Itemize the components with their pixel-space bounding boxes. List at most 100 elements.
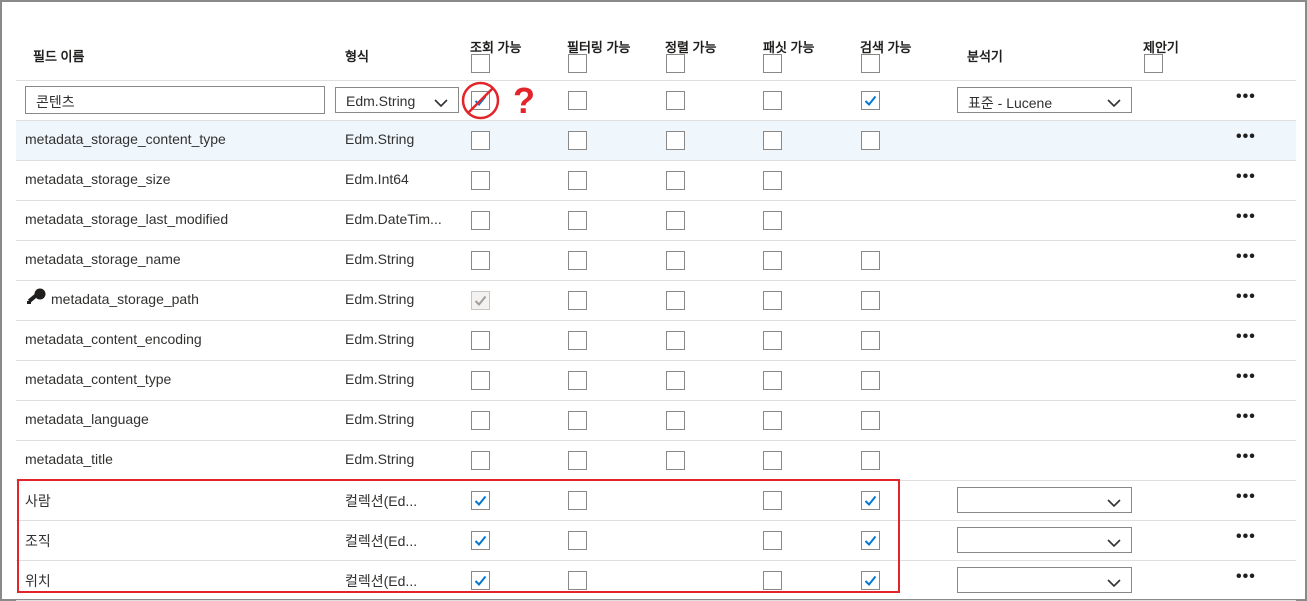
- searchable-checkbox[interactable]: [861, 371, 880, 390]
- table-header: 필드 이름 형식 조회 가능 필터링 가능 정렬 가능 패싯 가능 검색 가능 …: [0, 0, 1307, 80]
- sortable-checkbox[interactable]: [666, 251, 685, 270]
- facetable-checkbox[interactable]: [763, 451, 782, 470]
- field-type: Edm.String: [345, 451, 415, 467]
- table-row[interactable]: [16, 441, 1296, 480]
- more-options-button[interactable]: •••: [1236, 328, 1256, 346]
- searchable-checkbox[interactable]: [861, 131, 880, 150]
- searchable-checkbox[interactable]: [861, 291, 880, 310]
- retrievable-checkbox[interactable]: [471, 331, 490, 350]
- filterable-checkbox[interactable]: [568, 131, 587, 150]
- filterable-checkbox[interactable]: [568, 411, 587, 430]
- sortable-checkbox[interactable]: [666, 451, 685, 470]
- facetable-checkbox[interactable]: [763, 131, 782, 150]
- sortable-checkbox[interactable]: [666, 171, 685, 190]
- field-name-value: 콘텐츠: [36, 94, 75, 110]
- sortable-checkbox[interactable]: [666, 91, 685, 110]
- field-name: metadata_storage_last_modified: [25, 211, 229, 227]
- searchable-all-checkbox[interactable]: [861, 54, 880, 73]
- retrievable-checkbox[interactable]: [471, 411, 490, 430]
- facetable-checkbox[interactable]: [763, 291, 782, 310]
- field-name-input[interactable]: 콘텐츠: [25, 86, 325, 114]
- retrievable-checkbox[interactable]: [471, 251, 490, 270]
- filterable-checkbox[interactable]: [568, 251, 587, 270]
- suggester-all-checkbox[interactable]: [1144, 54, 1163, 73]
- retrievable-checkbox[interactable]: [471, 131, 490, 150]
- retrievable-checkbox[interactable]: [471, 451, 490, 470]
- filterable-checkbox[interactable]: [568, 171, 587, 190]
- facetable-checkbox[interactable]: [763, 371, 782, 390]
- table-row[interactable]: [16, 281, 1296, 320]
- facetable-checkbox[interactable]: [763, 91, 782, 110]
- facetable-checkbox[interactable]: [763, 411, 782, 430]
- searchable-checkbox[interactable]: [861, 411, 880, 430]
- more-options-button[interactable]: •••: [1236, 368, 1256, 386]
- more-options-button[interactable]: •••: [1236, 288, 1256, 306]
- more-options-button[interactable]: •••: [1236, 88, 1256, 106]
- header-type: 형식: [345, 49, 369, 64]
- more-options-button[interactable]: •••: [1236, 408, 1256, 426]
- searchable-checkbox[interactable]: [861, 91, 880, 110]
- table-row[interactable]: [16, 161, 1296, 200]
- field-name: metadata_content_encoding: [25, 331, 202, 347]
- table-row[interactable]: [16, 361, 1296, 400]
- more-options-button[interactable]: •••: [1236, 528, 1256, 546]
- sortable-checkbox[interactable]: [666, 131, 685, 150]
- table-row[interactable]: [16, 401, 1296, 440]
- field-type: Edm.String: [345, 371, 415, 387]
- sortable-checkbox[interactable]: [666, 371, 685, 390]
- facetable-checkbox[interactable]: [763, 171, 782, 190]
- filterable-all-checkbox[interactable]: [568, 54, 587, 73]
- more-options-button[interactable]: •••: [1236, 568, 1256, 586]
- sortable-checkbox[interactable]: [666, 411, 685, 430]
- more-options-button[interactable]: •••: [1236, 168, 1256, 186]
- retrievable-checkbox[interactable]: [471, 371, 490, 390]
- searchable-checkbox[interactable]: [861, 331, 880, 350]
- filterable-checkbox[interactable]: [568, 451, 587, 470]
- chevron-down-icon: [1107, 535, 1121, 553]
- more-options-button[interactable]: •••: [1236, 448, 1256, 466]
- retrievable-all-checkbox[interactable]: [471, 54, 490, 73]
- facetable-checkbox[interactable]: [763, 251, 782, 270]
- more-options-button[interactable]: •••: [1236, 488, 1256, 506]
- filterable-checkbox[interactable]: [568, 91, 587, 110]
- retrievable-checkbox[interactable]: [471, 171, 490, 190]
- sortable-checkbox[interactable]: [666, 291, 685, 310]
- field-name: metadata_storage_content_type: [25, 131, 226, 147]
- question-mark-annotation: ?: [513, 80, 535, 121]
- retrievable-checkbox[interactable]: [471, 211, 490, 230]
- field-name: metadata_storage_name: [25, 251, 181, 267]
- analyzer-dropdown[interactable]: [957, 527, 1132, 553]
- sortable-checkbox[interactable]: [666, 331, 685, 350]
- analyzer-dropdown[interactable]: [957, 567, 1132, 593]
- searchable-checkbox[interactable]: [861, 251, 880, 270]
- analyzer-value: 표준 - Lucene: [968, 95, 1053, 111]
- field-type: Edm.String: [345, 411, 415, 427]
- filterable-checkbox[interactable]: [568, 331, 587, 350]
- field-type: Edm.String: [345, 291, 415, 307]
- field-type: Edm.Int64: [345, 171, 409, 187]
- table-row[interactable]: [16, 241, 1296, 280]
- field-type: Edm.String: [345, 131, 415, 147]
- field-type: Edm.DateTim...: [345, 211, 442, 227]
- more-options-button[interactable]: •••: [1236, 248, 1256, 266]
- header-analyzer: 분석기: [967, 49, 1003, 64]
- sortable-checkbox[interactable]: [666, 211, 685, 230]
- no-sign-icon: [461, 81, 500, 120]
- key-icon: [25, 288, 47, 313]
- analyzer-dropdown[interactable]: [957, 487, 1132, 513]
- more-options-button[interactable]: •••: [1236, 208, 1256, 226]
- filterable-checkbox[interactable]: [568, 371, 587, 390]
- analyzer-dropdown[interactable]: 표준 - Lucene: [957, 87, 1132, 113]
- facetable-checkbox[interactable]: [763, 331, 782, 350]
- more-options-button[interactable]: •••: [1236, 128, 1256, 146]
- filterable-checkbox[interactable]: [568, 211, 587, 230]
- searchable-checkbox[interactable]: [861, 451, 880, 470]
- facetable-all-checkbox[interactable]: [763, 54, 782, 73]
- field-name: metadata_content_type: [25, 371, 172, 387]
- table-row[interactable]: [16, 321, 1296, 360]
- sortable-all-checkbox[interactable]: [666, 54, 685, 73]
- filterable-checkbox[interactable]: [568, 291, 587, 310]
- type-dropdown[interactable]: Edm.String: [335, 87, 459, 113]
- facetable-checkbox[interactable]: [763, 211, 782, 230]
- field-type: Edm.String: [345, 331, 415, 347]
